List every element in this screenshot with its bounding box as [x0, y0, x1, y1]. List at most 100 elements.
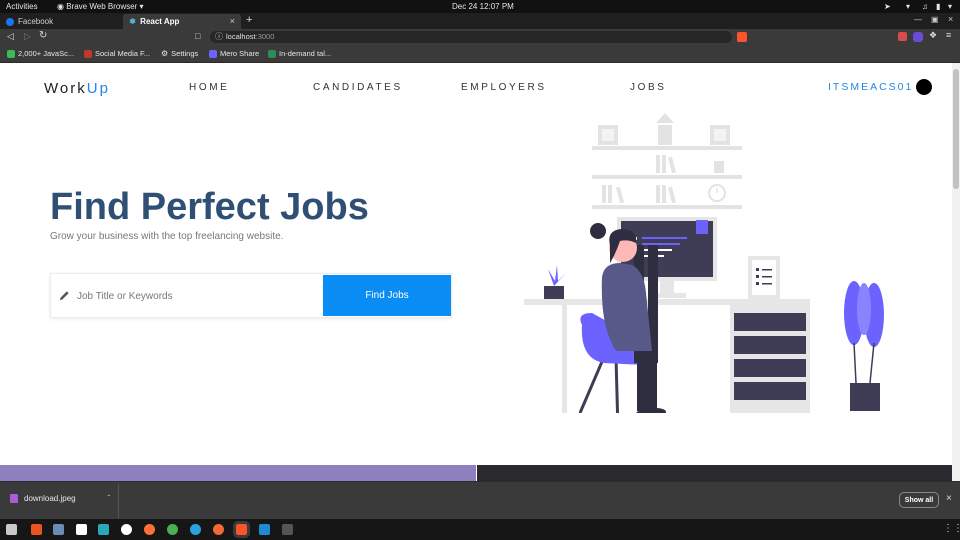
battery-icon[interactable]: ▮ — [936, 2, 940, 11]
gear-icon: ⚙ — [161, 49, 169, 58]
app-icon[interactable] — [98, 524, 109, 535]
nav-link-candidates[interactable]: CANDIDATES — [313, 82, 403, 93]
job-search-form: Find Jobs — [50, 273, 452, 318]
site-info-icon[interactable]: ⓘ — [215, 31, 223, 43]
facebook-icon — [6, 17, 14, 26]
show-all-downloads-button[interactable]: Show all — [899, 492, 939, 508]
close-window-button[interactable]: × — [948, 14, 953, 24]
browser-menu-icon[interactable]: ≡ — [946, 30, 951, 40]
url-host: localhost — [226, 32, 256, 41]
app-icon[interactable] — [213, 524, 224, 535]
find-jobs-button[interactable]: Find Jobs — [323, 275, 451, 316]
back-button[interactable]: ◁ — [7, 31, 14, 42]
brave-dock-icon[interactable] — [233, 521, 250, 538]
chevron-down-icon: ▾ — [139, 2, 144, 11]
nav-link-jobs[interactable]: JOBS — [630, 82, 667, 93]
bookmark-label: Settings — [171, 49, 199, 58]
chrome-icon[interactable] — [167, 524, 178, 535]
rewards-icon[interactable] — [913, 32, 923, 42]
clock[interactable]: Dec 24 12:07 PM — [452, 2, 514, 11]
tab-label: Facebook — [18, 17, 54, 26]
person-at-desk-illustration — [578, 223, 666, 413]
avatar[interactable] — [916, 79, 932, 95]
close-tab-icon[interactable]: × — [230, 16, 235, 26]
section-preview-right — [477, 465, 952, 481]
app-icon[interactable] — [121, 524, 132, 535]
nav-link-home[interactable]: HOME — [189, 82, 229, 93]
browser-toolbar: ◁ ▷ ↻ □ ⓘ localhost:3000 ❖ ≡ — [0, 29, 960, 45]
app-icon[interactable] — [53, 524, 64, 535]
bookmark-item[interactable]: Mero Share — [209, 49, 259, 58]
bookmark-item[interactable]: ⚙ Settings — [161, 49, 198, 58]
firefox-icon[interactable] — [144, 524, 155, 535]
hero-title: Find Perfect Jobs — [50, 186, 369, 228]
files-icon[interactable] — [6, 524, 17, 535]
site-logo[interactable]: WorkUp — [44, 80, 110, 97]
system-top-bar: Activities ◉ Brave Web Browser ▾ Dec 24 … — [0, 0, 960, 13]
new-tab-button[interactable]: + — [246, 14, 252, 26]
address-bar[interactable]: ⓘ localhost:3000 — [210, 31, 732, 43]
bookmark-favicon-icon — [209, 49, 217, 58]
software-center-icon[interactable] — [31, 524, 42, 535]
extensions-puzzle-icon[interactable]: ❖ — [929, 30, 937, 41]
brave-shields-icon[interactable] — [737, 32, 747, 42]
hero-subtitle: Grow your business with the top freelanc… — [50, 231, 284, 242]
terminal-icon[interactable] — [282, 524, 293, 535]
bookmark-item[interactable]: 2,000+ JavaSc... — [7, 49, 74, 58]
downloads-shelf: download.jpeg ˆ Show all × — [0, 481, 960, 519]
bookmark-item[interactable]: Social Media F... — [84, 49, 150, 58]
bookmark-label: Social Media F... — [95, 49, 151, 58]
extension-icon[interactable] — [898, 32, 907, 41]
bookmark-icon[interactable]: □ — [195, 31, 200, 41]
url-port: :3000 — [255, 32, 275, 41]
bookmark-favicon-icon — [7, 49, 15, 58]
vscode-icon[interactable] — [259, 524, 270, 535]
minimize-window-button[interactable]: — — [914, 15, 922, 24]
close-shelf-icon[interactable]: × — [946, 493, 952, 504]
bookmark-item[interactable]: In-demand tal... — [268, 49, 331, 58]
chevron-up-icon[interactable]: ˆ — [108, 494, 111, 503]
bookmarks-bar: 2,000+ JavaSc... Social Media F... ⚙ Sett… — [0, 45, 960, 63]
bookmark-favicon-icon — [84, 49, 92, 58]
volume-icon[interactable]: ♫ — [922, 2, 928, 11]
bookmark-label: In-demand tal... — [279, 49, 332, 58]
app-menu-label: Brave Web Browser — [66, 2, 138, 11]
telegram-tray-icon[interactable]: ➤ — [884, 2, 891, 11]
desk-illustration — [524, 299, 810, 413]
maximize-window-button[interactable]: ▣ — [931, 15, 939, 24]
text-editor-icon[interactable] — [76, 524, 87, 535]
logo-accent-text: Up — [86, 80, 110, 97]
download-item[interactable]: download.jpeg ˆ — [10, 494, 110, 503]
nav-link-employers[interactable]: EMPLOYERS — [461, 82, 547, 93]
bookmark-label: 2,000+ JavaSc... — [18, 49, 75, 58]
wifi-icon[interactable]: ▾ — [906, 2, 910, 11]
activities-button[interactable]: Activities — [6, 2, 38, 11]
tab-label: React App — [140, 17, 180, 26]
bookshelf-illustration — [592, 113, 742, 209]
tab-facebook[interactable]: Facebook — [0, 14, 120, 29]
tab-strip: Facebook ⚛ React App × + — ▣ × — [0, 13, 960, 29]
pencil-icon — [59, 291, 69, 301]
telegram-icon[interactable] — [190, 524, 201, 535]
small-plant-illustration — [544, 265, 566, 299]
bookmark-favicon-icon — [268, 49, 276, 58]
page-scrollbar[interactable] — [952, 63, 960, 481]
scrollbar-thumb[interactable] — [953, 69, 959, 189]
app-grid-icon[interactable]: ⋮⋮ — [943, 523, 960, 534]
username-link[interactable]: ITSMEACS01 — [828, 81, 913, 93]
job-search-input[interactable] — [77, 286, 317, 306]
brave-icon: ◉ — [57, 2, 64, 11]
taskbar: ⋮⋮ — [0, 519, 960, 540]
app-menu[interactable]: ◉ Brave Web Browser ▾ — [57, 2, 143, 11]
page-content: WorkUp HOME CANDIDATES EMPLOYERS JOBS IT… — [0, 63, 952, 481]
image-file-icon — [10, 494, 18, 503]
reload-button[interactable]: ↻ — [39, 30, 47, 41]
divider — [118, 484, 119, 518]
tab-react-app[interactable]: ⚛ React App × — [123, 14, 241, 29]
bookmark-label: Mero Share — [220, 49, 260, 58]
power-menu-icon[interactable]: ▾ — [948, 2, 952, 11]
download-file-name: download.jpeg — [24, 494, 76, 503]
forward-button[interactable]: ▷ — [24, 31, 31, 42]
checklist-board-illustration — [748, 256, 780, 299]
section-preview-left — [0, 465, 476, 481]
